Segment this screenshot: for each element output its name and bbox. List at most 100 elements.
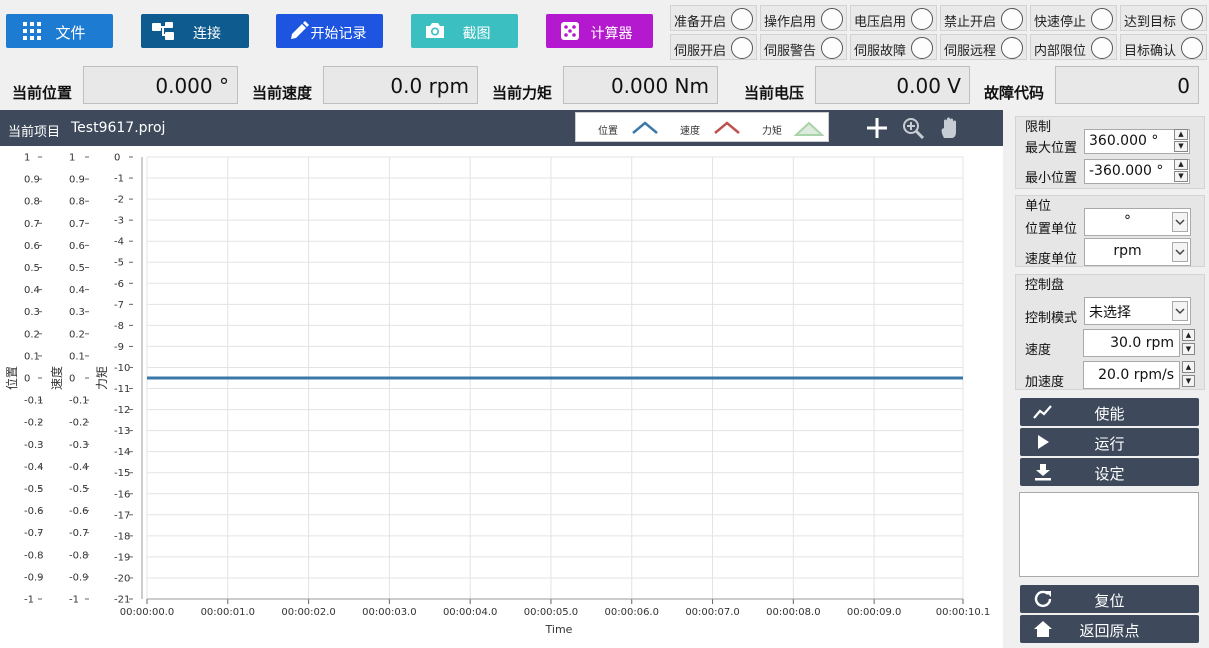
connect-button[interactable]: 连接 [141,14,249,48]
accel-setting-label: 加速度 [1025,375,1065,390]
zoom-icon[interactable] [901,116,925,140]
y-tick-label: -2 [114,195,124,206]
y-tick-label: 0 [114,153,120,164]
y-tick-label: 0.5 [69,263,85,274]
max-position-up[interactable]: ▲ [1174,129,1188,140]
y-tick-label: -0.8 [24,550,44,561]
led-off-icon [1001,8,1023,30]
status-indicator: 伺服开启 [670,34,757,60]
y-tick-label: 0.2 [24,329,40,340]
x-tick-label: 00:00:06.0 [605,607,659,618]
torque-label: 当前力矩 [492,84,553,102]
legend-torque-label: 力矩 [762,126,782,137]
status-indicator: 准备开启 [670,5,757,31]
y-tick-label: 0.8 [24,197,40,208]
position-value: 0.000 ° [83,66,238,104]
status-indicator-label: 伺服警告 [764,44,817,59]
crosshair-icon[interactable] [865,116,889,140]
min-position-up[interactable]: ▲ [1174,159,1188,170]
y-tick-label: -0.1 [69,396,89,407]
speed-unit-value: rpm [1113,243,1142,259]
position-unit-select[interactable]: ° [1084,208,1191,236]
y-tick-label: -9 [114,342,124,353]
chevron-down-icon [1172,301,1188,321]
y-tick-label: -21 [114,595,130,606]
x-axis-title: Time [545,623,573,636]
fault-code-label: 故障代码 [984,84,1045,102]
status-indicator-label: 达到目标 [1124,15,1177,30]
torque-value: 0.000 Nm [563,66,718,104]
y-tick-label: -14 [114,447,130,458]
status-indicator: 电压启用 [850,5,937,31]
led-off-icon [911,37,933,59]
min-position-down[interactable]: ▼ [1174,171,1188,182]
y-tick-label: -5 [114,258,124,269]
y-tick-label: 0.6 [24,241,40,252]
y-tick-label: -6 [114,279,124,290]
start-record-button[interactable]: 开始记录 [276,14,383,48]
accel-setting-up[interactable]: ▲ [1182,361,1195,373]
status-indicator-label: 操作启用 [764,15,817,30]
x-tick-label: 00:00:08.0 [766,607,820,618]
led-off-icon [911,8,933,30]
units-title: 单位 [1025,199,1052,214]
file-label: 文件 [55,24,86,42]
led-off-icon [1181,8,1203,30]
led-off-icon [731,37,753,59]
y-tick-label: -0.7 [69,528,89,539]
x-tick-label: 00:00:00.0 [120,607,174,618]
y-tick-label: -0.8 [69,550,89,561]
chart-legend[interactable]: 位置 速度 力矩 [575,112,829,142]
y-tick-label: 0 [69,374,75,385]
y-tick-label: 0.4 [69,285,85,296]
file-button[interactable]: 文件 [6,14,113,48]
accel-setting-down[interactable]: ▼ [1182,375,1195,387]
speed-setting-input[interactable]: 30.0 rpm [1083,329,1180,357]
speed-setting-down[interactable]: ▼ [1182,343,1195,355]
max-position-down[interactable]: ▼ [1174,141,1188,152]
screenshot-button[interactable]: 截图 [411,14,518,48]
x-tick-label: 00:00:07.0 [685,607,739,618]
speed-setting-label: 速度 [1025,343,1052,358]
y-tick-label: -0.6 [24,506,44,517]
y-tick-label: -0.1 [24,396,44,407]
y-axis-title: 速度 [49,366,64,390]
set-button[interactable]: 设定 [1020,458,1199,486]
y-tick-label: -16 [114,489,130,500]
accel-setting-input[interactable]: 20.0 rpm/s [1083,361,1180,389]
x-tick-label: 00:00:03.0 [362,607,416,618]
status-indicator: 快速停止 [1030,5,1117,31]
y-tick-label: 0.7 [69,219,85,230]
y-tick-label: 0.1 [69,351,85,362]
speed-setting-up[interactable]: ▲ [1182,329,1195,341]
legend-position-label: 位置 [598,126,618,137]
speed-unit-select[interactable]: rpm [1084,238,1191,266]
status-indicator-label: 伺服故障 [854,44,907,59]
message-box[interactable] [1019,492,1199,577]
legend-speed-label: 速度 [680,126,700,137]
max-position-input[interactable]: 360.000 ° ▲ ▼ [1084,129,1190,154]
status-indicator: 伺服警告 [760,34,847,60]
calculator-button[interactable]: 计算器 [546,14,653,48]
legend-torque-icon [794,121,824,136]
min-position-input[interactable]: -360.000 ° ▲ ▼ [1084,159,1190,184]
y-axis-title: 位置 [4,366,19,390]
legend-speed-icon [714,121,740,134]
x-tick-label: 00:00:04.0 [443,607,497,618]
y-tick-label: -0.5 [69,484,89,495]
start-record-label: 开始记录 [310,26,367,42]
status-indicator: 目标确认 [1120,34,1207,60]
enable-button[interactable]: 使能 [1020,398,1199,426]
home-button[interactable]: 返回原点 [1020,615,1199,643]
chart-header: 当前项目 Test9617.proj 位置 速度 力矩 [0,110,1003,146]
reset-button[interactable]: 复位 [1020,585,1199,613]
position-unit-value: ° [1124,213,1131,229]
status-indicator-label: 内部限位 [1034,44,1087,59]
pan-hand-icon[interactable] [938,116,962,140]
project-label: 当前项目 [8,125,61,140]
led-off-icon [821,8,843,30]
control-mode-select[interactable]: 未选择 [1084,297,1191,325]
x-tick-label: 00:00:05.0 [524,607,578,618]
run-button[interactable]: 运行 [1020,428,1199,456]
status-indicator: 禁止开启 [940,5,1027,31]
